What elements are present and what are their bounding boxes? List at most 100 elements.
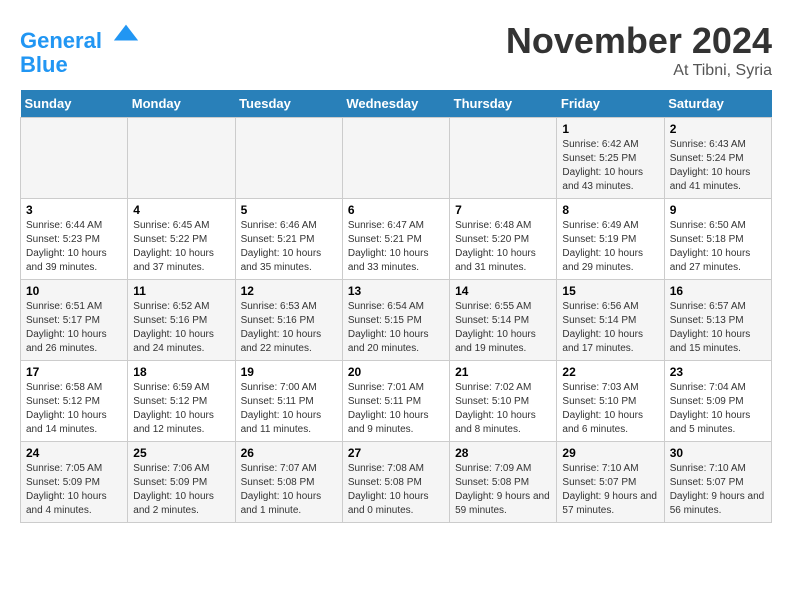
day-info: Sunrise: 6:57 AMSunset: 5:13 PMDaylight:… (670, 300, 766, 356)
logo-general: General (20, 28, 102, 53)
day-cell (450, 118, 557, 199)
day-cell: 21 Sunrise: 7:02 AMSunset: 5:10 PMDayligh… (450, 361, 557, 442)
location: At Tibni, Syria (506, 62, 772, 80)
day-number: 19 (241, 365, 337, 379)
day-info: Sunrise: 6:53 AMSunset: 5:16 PMDaylight:… (241, 300, 337, 356)
logo: General Blue (20, 20, 140, 77)
day-cell: 12 Sunrise: 6:53 AMSunset: 5:16 PMDayligh… (235, 280, 342, 361)
day-info: Sunrise: 7:01 AMSunset: 5:11 PMDaylight:… (348, 381, 444, 437)
day-cell: 29 Sunrise: 7:10 AMSunset: 5:07 PMDayligh… (557, 442, 664, 523)
day-cell: 17Sunrise: 6:58 AMSunset: 5:12 PMDayligh… (21, 361, 128, 442)
day-cell: 8 Sunrise: 6:49 AMSunset: 5:19 PMDaylight… (557, 199, 664, 280)
day-cell: 23Sunrise: 7:04 AMSunset: 5:09 PMDayligh… (664, 361, 771, 442)
day-number: 5 (241, 203, 337, 217)
day-cell: 22 Sunrise: 7:03 AMSunset: 5:10 PMDayligh… (557, 361, 664, 442)
day-number: 24 (26, 446, 122, 460)
day-info: Sunrise: 7:02 AMSunset: 5:10 PMDaylight:… (455, 381, 551, 437)
col-header-friday: Friday (557, 90, 664, 118)
day-cell: 19 Sunrise: 7:00 AMSunset: 5:11 PMDayligh… (235, 361, 342, 442)
day-info: Sunrise: 6:42 AMSunset: 5:25 PMDaylight:… (562, 138, 658, 194)
day-info: Sunrise: 6:54 AMSunset: 5:15 PMDaylight:… (348, 300, 444, 356)
day-cell: 20 Sunrise: 7:01 AMSunset: 5:11 PMDayligh… (342, 361, 449, 442)
day-info: Sunrise: 7:10 AMSunset: 5:07 PMDaylight:… (670, 462, 766, 518)
day-info: Sunrise: 6:46 AMSunset: 5:21 PMDaylight:… (241, 219, 337, 275)
day-cell: 25Sunrise: 7:06 AMSunset: 5:09 PMDayligh… (128, 442, 235, 523)
day-info: Sunrise: 6:48 AMSunset: 5:20 PMDaylight:… (455, 219, 551, 275)
calendar-table: SundayMondayTuesdayWednesdayThursdayFrid… (20, 90, 772, 523)
logo-blue: Blue (20, 52, 68, 77)
day-cell: 9Sunrise: 6:50 AMSunset: 5:18 PMDaylight… (664, 199, 771, 280)
day-number: 11 (133, 284, 229, 298)
col-header-monday: Monday (128, 90, 235, 118)
day-number: 26 (241, 446, 337, 460)
day-cell: 18 Sunrise: 6:59 AMSunset: 5:12 PMDayligh… (128, 361, 235, 442)
day-number: 10 (26, 284, 122, 298)
col-header-thursday: Thursday (450, 90, 557, 118)
day-info: Sunrise: 6:45 AMSunset: 5:22 PMDaylight:… (133, 219, 229, 275)
day-cell: 26 Sunrise: 7:07 AMSunset: 5:08 PMDayligh… (235, 442, 342, 523)
day-info: Sunrise: 6:59 AMSunset: 5:12 PMDaylight:… (133, 381, 229, 437)
day-info: Sunrise: 6:56 AMSunset: 5:14 PMDaylight:… (562, 300, 658, 356)
day-number: 28 (455, 446, 551, 460)
day-number: 1 (562, 122, 658, 136)
day-info: Sunrise: 7:03 AMSunset: 5:10 PMDaylight:… (562, 381, 658, 437)
day-cell: 13 Sunrise: 6:54 AMSunset: 5:15 PMDayligh… (342, 280, 449, 361)
day-number: 21 (455, 365, 551, 379)
day-number: 8 (562, 203, 658, 217)
day-cell: 24Sunrise: 7:05 AMSunset: 5:09 PMDayligh… (21, 442, 128, 523)
day-info: Sunrise: 7:08 AMSunset: 5:08 PMDaylight:… (348, 462, 444, 518)
day-info: Sunrise: 6:43 AMSunset: 5:24 PMDaylight:… (670, 138, 766, 194)
day-info: Sunrise: 6:58 AMSunset: 5:12 PMDaylight:… (26, 381, 122, 437)
day-cell (235, 118, 342, 199)
col-header-tuesday: Tuesday (235, 90, 342, 118)
day-info: Sunrise: 7:10 AMSunset: 5:07 PMDaylight:… (562, 462, 658, 518)
day-number: 27 (348, 446, 444, 460)
week-row-2: 3Sunrise: 6:44 AMSunset: 5:23 PMDaylight… (21, 199, 772, 280)
day-info: Sunrise: 6:47 AMSunset: 5:21 PMDaylight:… (348, 219, 444, 275)
day-cell: 6 Sunrise: 6:47 AMSunset: 5:21 PMDaylight… (342, 199, 449, 280)
day-cell: 3Sunrise: 6:44 AMSunset: 5:23 PMDaylight… (21, 199, 128, 280)
day-cell: 1 Sunrise: 6:42 AMSunset: 5:25 PMDaylight… (557, 118, 664, 199)
col-header-saturday: Saturday (664, 90, 771, 118)
day-cell (21, 118, 128, 199)
day-cell: 4Sunrise: 6:45 AMSunset: 5:22 PMDaylight… (128, 199, 235, 280)
col-header-wednesday: Wednesday (342, 90, 449, 118)
day-number: 25 (133, 446, 229, 460)
day-number: 13 (348, 284, 444, 298)
day-number: 14 (455, 284, 551, 298)
day-number: 29 (562, 446, 658, 460)
day-info: Sunrise: 6:55 AMSunset: 5:14 PMDaylight:… (455, 300, 551, 356)
day-number: 12 (241, 284, 337, 298)
day-number: 6 (348, 203, 444, 217)
day-number: 23 (670, 365, 766, 379)
day-number: 22 (562, 365, 658, 379)
page-header: General Blue November 2024 At Tibni, Syr… (20, 20, 772, 80)
day-number: 15 (562, 284, 658, 298)
day-info: Sunrise: 6:51 AMSunset: 5:17 PMDaylight:… (26, 300, 122, 356)
day-cell: 30 Sunrise: 7:10 AMSunset: 5:07 PMDayligh… (664, 442, 771, 523)
week-row-4: 17Sunrise: 6:58 AMSunset: 5:12 PMDayligh… (21, 361, 772, 442)
day-number: 20 (348, 365, 444, 379)
day-cell: 28 Sunrise: 7:09 AMSunset: 5:08 PMDayligh… (450, 442, 557, 523)
title-block: November 2024 At Tibni, Syria (506, 20, 772, 80)
day-number: 2 (670, 122, 766, 136)
week-row-5: 24Sunrise: 7:05 AMSunset: 5:09 PMDayligh… (21, 442, 772, 523)
day-cell: 10 Sunrise: 6:51 AMSunset: 5:17 PMDayligh… (21, 280, 128, 361)
day-number: 16 (670, 284, 766, 298)
day-cell (128, 118, 235, 199)
week-row-1: 1 Sunrise: 6:42 AMSunset: 5:25 PMDaylight… (21, 118, 772, 199)
day-number: 18 (133, 365, 229, 379)
day-info: Sunrise: 6:50 AMSunset: 5:18 PMDaylight:… (670, 219, 766, 275)
day-cell: 5 Sunrise: 6:46 AMSunset: 5:21 PMDaylight… (235, 199, 342, 280)
day-info: Sunrise: 6:52 AMSunset: 5:16 PMDaylight:… (133, 300, 229, 356)
day-info: Sunrise: 7:00 AMSunset: 5:11 PMDaylight:… (241, 381, 337, 437)
day-info: Sunrise: 7:07 AMSunset: 5:08 PMDaylight:… (241, 462, 337, 518)
day-cell: 27 Sunrise: 7:08 AMSunset: 5:08 PMDayligh… (342, 442, 449, 523)
day-cell: 7Sunrise: 6:48 AMSunset: 5:20 PMDaylight… (450, 199, 557, 280)
day-number: 30 (670, 446, 766, 460)
day-info: Sunrise: 6:49 AMSunset: 5:19 PMDaylight:… (562, 219, 658, 275)
month-title: November 2024 (506, 20, 772, 62)
day-cell: 15 Sunrise: 6:56 AMSunset: 5:14 PMDayligh… (557, 280, 664, 361)
day-info: Sunrise: 7:09 AMSunset: 5:08 PMDaylight:… (455, 462, 551, 518)
calendar-header-row: SundayMondayTuesdayWednesdayThursdayFrid… (21, 90, 772, 118)
